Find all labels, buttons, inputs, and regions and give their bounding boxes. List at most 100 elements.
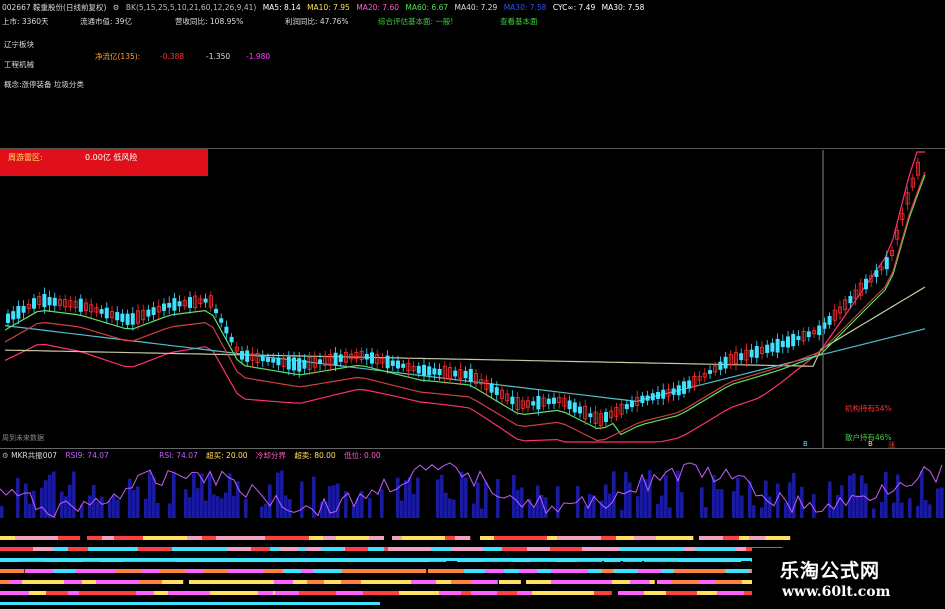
ma30-hidden: MA30: 7.58 bbox=[503, 3, 547, 12]
indicator-bar bbox=[196, 488, 200, 518]
indicator-bar bbox=[416, 477, 420, 518]
indicator-bar bbox=[396, 477, 400, 518]
indicator-bar bbox=[228, 473, 232, 518]
candle-body bbox=[718, 361, 723, 370]
indicator-bar bbox=[936, 488, 940, 518]
candle-body bbox=[125, 313, 130, 325]
cyan-band bbox=[0, 558, 770, 561]
indicator-bar bbox=[112, 495, 116, 518]
watermark-title: 乐淘公式网 bbox=[780, 560, 881, 582]
candle-body bbox=[260, 356, 265, 362]
indicator-bar bbox=[636, 496, 640, 518]
candlestick-chart[interactable] bbox=[0, 150, 945, 448]
candle-body bbox=[390, 360, 395, 366]
candle-body bbox=[42, 293, 47, 308]
candle-body bbox=[552, 397, 557, 404]
indicator-bar bbox=[52, 471, 56, 518]
candle-body bbox=[47, 297, 52, 306]
candle-body bbox=[572, 402, 577, 413]
signal-strip bbox=[321, 547, 344, 551]
indicator-bar bbox=[100, 496, 104, 518]
ma60-value: MA60: 6.67 bbox=[405, 3, 449, 12]
signal-strip bbox=[672, 580, 702, 584]
candle-body bbox=[187, 297, 192, 308]
fund-flow-v1: -0.388 bbox=[160, 52, 185, 61]
candle-body bbox=[416, 365, 421, 374]
indicator-params[interactable]: BK(5,15,25,5,10,21,60,12,26,9,41) bbox=[126, 3, 256, 12]
signal-strip bbox=[159, 569, 190, 573]
indicator-bar bbox=[208, 473, 212, 518]
candle-body bbox=[11, 311, 16, 320]
indicator-bar bbox=[184, 489, 188, 518]
candle-body bbox=[775, 338, 780, 353]
signal-strip bbox=[139, 580, 166, 584]
indicator-bar bbox=[668, 507, 672, 518]
indicator-bar bbox=[472, 503, 476, 518]
signal-strip bbox=[258, 591, 274, 595]
indicator-bar bbox=[192, 474, 196, 518]
indicator-bar bbox=[28, 503, 32, 518]
signal-strip bbox=[54, 547, 70, 551]
candle-body bbox=[656, 392, 661, 399]
indicator-bar bbox=[624, 472, 628, 518]
region-sector[interactable]: 辽宁板块 bbox=[4, 40, 34, 50]
b-signal-1: B bbox=[803, 440, 808, 448]
candle-body bbox=[213, 308, 218, 314]
signal-strip bbox=[455, 536, 471, 540]
candle-body bbox=[749, 349, 754, 358]
indicator-bar bbox=[404, 479, 408, 518]
indicator-bar bbox=[128, 478, 132, 518]
candle-body bbox=[317, 359, 322, 364]
signal-strip bbox=[58, 536, 81, 540]
signal-strip bbox=[0, 536, 18, 540]
indicator-bar bbox=[380, 489, 384, 518]
indicator-bar bbox=[332, 485, 336, 518]
indicator-bar bbox=[484, 481, 488, 518]
indicator-bar bbox=[216, 496, 220, 518]
signal-strip bbox=[369, 536, 385, 540]
indicator-bar bbox=[268, 484, 272, 518]
candle-body bbox=[650, 393, 655, 401]
candle-body bbox=[120, 313, 125, 322]
candle-body bbox=[432, 368, 437, 375]
candle-body bbox=[369, 352, 374, 364]
indicator-bar bbox=[336, 483, 340, 518]
stock-title[interactable]: 002667 鞍重股份(日线前复权) bbox=[2, 3, 106, 12]
candle-body bbox=[421, 364, 426, 376]
signal-strip bbox=[517, 591, 533, 595]
candle-body bbox=[624, 404, 629, 410]
indicator-bar bbox=[480, 508, 484, 518]
candle-body bbox=[806, 331, 811, 338]
signal-strip bbox=[499, 580, 521, 584]
signal-strip bbox=[594, 591, 612, 595]
indicator-bar bbox=[436, 479, 440, 518]
moving-average-line bbox=[4, 286, 926, 367]
indicator-bar bbox=[188, 497, 192, 518]
industry-sector[interactable]: 工程机械 bbox=[4, 60, 34, 70]
candle-body bbox=[427, 366, 432, 376]
signal-strip bbox=[280, 547, 299, 551]
indicator-bar bbox=[88, 495, 92, 518]
indicator-bar bbox=[680, 492, 684, 518]
candle-body bbox=[302, 359, 307, 369]
indicator-bar bbox=[60, 491, 64, 518]
watermark-url: www.60lt.com bbox=[782, 584, 891, 600]
indicator-bar bbox=[520, 487, 524, 518]
candle-body bbox=[682, 381, 687, 394]
indicator-bar bbox=[660, 495, 664, 518]
indicator-bar bbox=[476, 482, 480, 518]
candle-body bbox=[224, 326, 229, 334]
indicator-bar bbox=[656, 503, 660, 518]
indicator-bar bbox=[232, 496, 236, 518]
candle-body bbox=[115, 312, 120, 321]
candle-body bbox=[864, 278, 869, 290]
candle-body bbox=[780, 340, 785, 348]
candle-body bbox=[78, 298, 83, 312]
indicator-bar bbox=[892, 502, 896, 518]
candle-body bbox=[32, 298, 37, 309]
gear-icon[interactable]: ⚙ bbox=[113, 3, 120, 12]
view-fundamentals-link[interactable]: 查看基本面 bbox=[500, 17, 538, 27]
candle-body bbox=[437, 368, 442, 376]
indicator-bar bbox=[940, 487, 944, 518]
candle-body bbox=[578, 406, 583, 414]
